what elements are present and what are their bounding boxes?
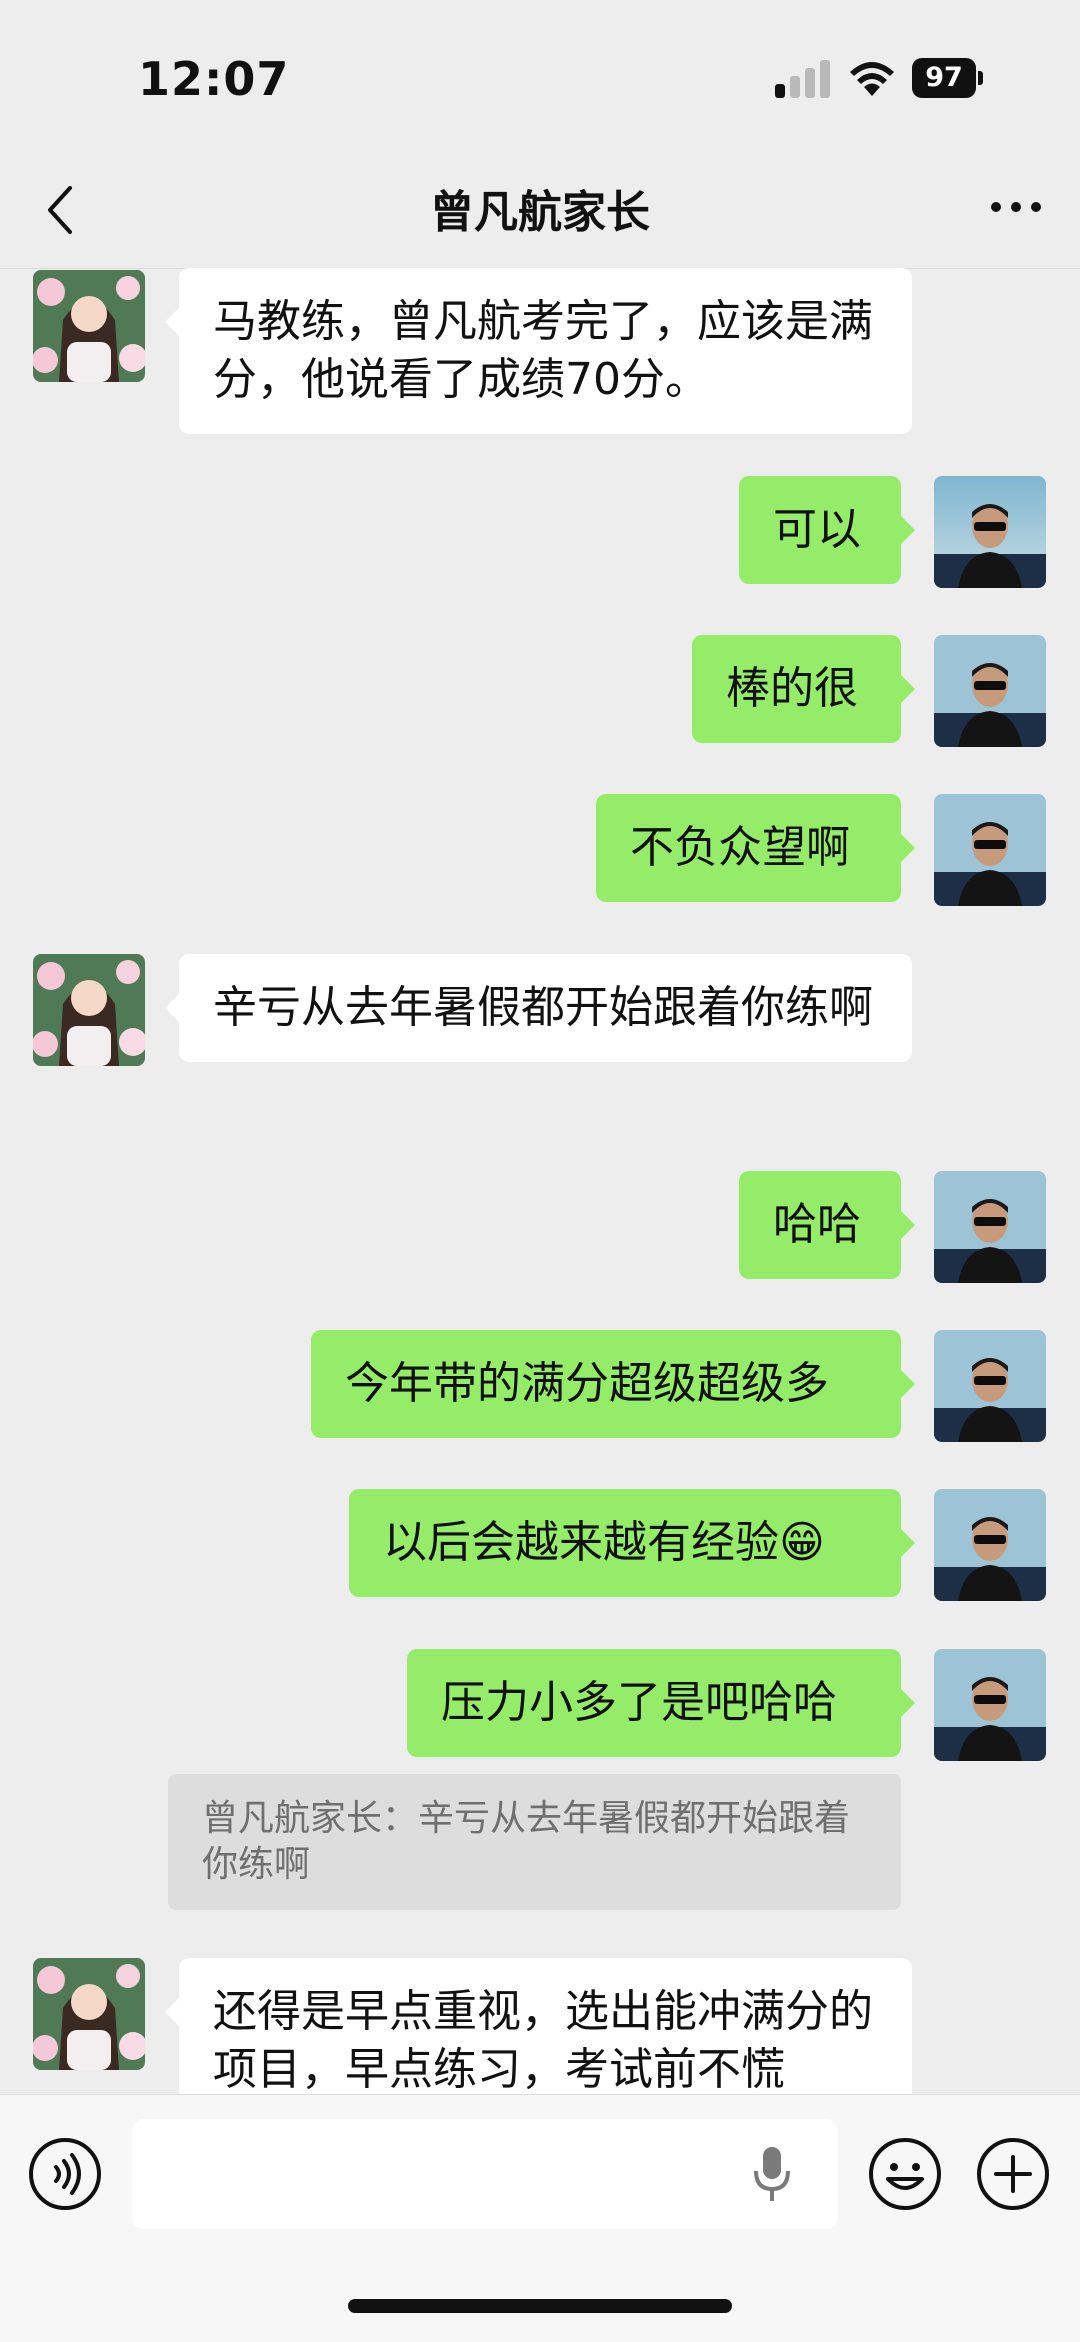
contact-avatar[interactable] (33, 1958, 145, 2070)
message-text[interactable]: 还得是早点重视，选出能冲满分的项目，早点练习，考试前不慌 (165, 1958, 912, 2094)
message-text[interactable]: 压力小多了是吧哈哈 (407, 1649, 915, 1757)
my-avatar[interactable] (934, 635, 1046, 747)
message-text[interactable]: 今年带的满分超级超级多 (311, 1330, 915, 1438)
microphone-icon[interactable] (752, 2145, 792, 2203)
my-avatar[interactable] (934, 1171, 1046, 1283)
emoji-icon[interactable] (868, 2137, 942, 2211)
status-time: 12:07 (138, 52, 290, 106)
message-text[interactable]: 不负众望啊 (596, 794, 915, 902)
my-avatar[interactable] (934, 1489, 1046, 1601)
my-avatar[interactable] (934, 476, 1046, 588)
add-more-icon[interactable] (976, 2137, 1050, 2211)
message-text[interactable]: 可以 (739, 476, 915, 584)
wifi-icon (850, 62, 894, 96)
my-avatar[interactable] (934, 794, 1046, 906)
home-indicator[interactable] (348, 2299, 732, 2313)
message-text[interactable]: 哈哈 (739, 1171, 915, 1279)
battery-icon: 97 (912, 58, 984, 98)
quoted-message[interactable]: 曾凡航家长：辛亏从去年暑假都开始跟着你练啊 (168, 1774, 901, 1910)
voice-input-icon[interactable] (28, 2137, 102, 2211)
more-options-icon[interactable] (986, 192, 1046, 222)
message-text[interactable]: 以后会越来越有经验😁 (349, 1489, 915, 1597)
chat-header: 曾凡航家长 (0, 150, 1080, 269)
contact-avatar[interactable] (33, 954, 145, 1066)
message-text[interactable]: 辛亏从去年暑假都开始跟着你练啊 (165, 954, 912, 1062)
my-avatar[interactable] (934, 1649, 1046, 1761)
back-arrow-icon[interactable] (40, 180, 80, 240)
my-avatar[interactable] (934, 1330, 1046, 1442)
message-list[interactable]: 马教练，曾凡航考完了，应该是满分，他说看了成绩70分。 可以 棒的很 不负众望啊… (0, 268, 1080, 2094)
message-input[interactable] (132, 2119, 838, 2229)
status-bar: 12:07 97 (0, 0, 1080, 150)
chat-title: 曾凡航家长 (430, 187, 650, 238)
cellular-signal-icon (775, 60, 831, 98)
message-text[interactable]: 棒的很 (692, 635, 915, 743)
message-text[interactable]: 马教练，曾凡航考完了，应该是满分，他说看了成绩70分。 (165, 268, 912, 434)
contact-avatar[interactable] (33, 270, 145, 382)
battery-level: 97 (912, 58, 976, 98)
